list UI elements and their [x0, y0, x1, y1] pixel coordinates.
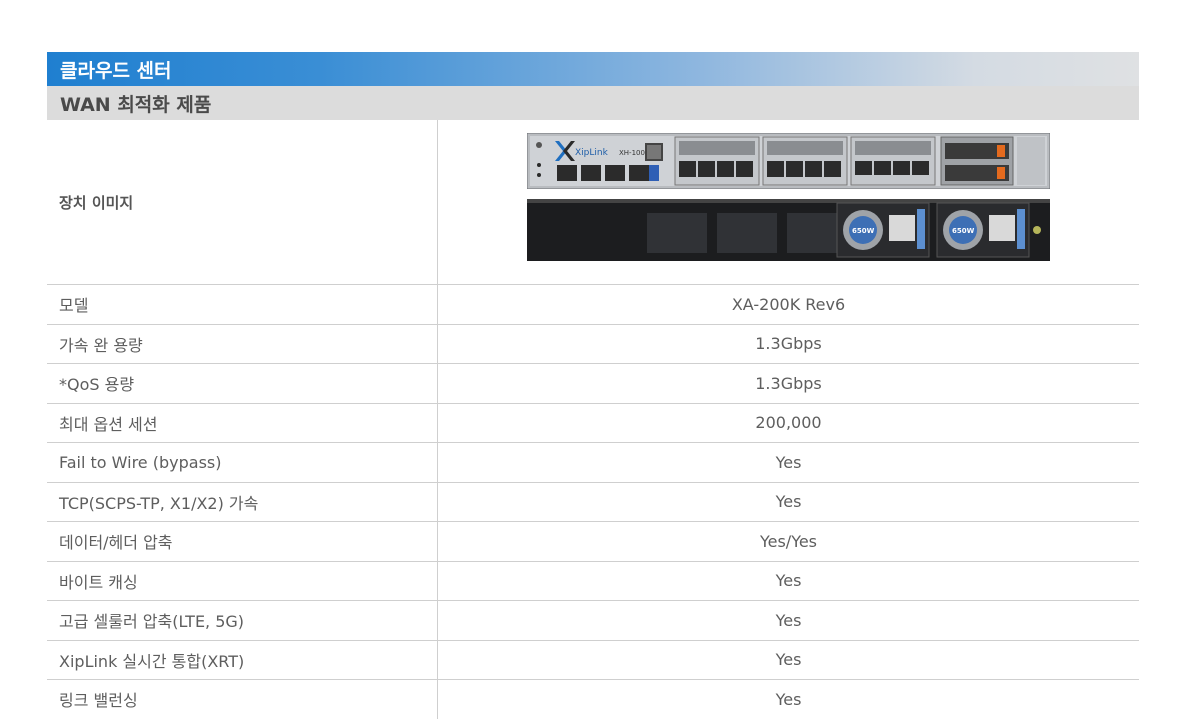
spec-sheet: 클라우드 센터 WAN 최적화 제품 장치 이미지 XipLink XH-100… [47, 52, 1139, 719]
spec-value: Yes [775, 452, 802, 472]
device-rear-panel-image: 650W 650W [527, 199, 1050, 261]
banner-title: 클라우드 센터 [47, 52, 1139, 86]
device-image-row: 장치 이미지 XipLink XH-1000 650W 650W [47, 120, 1139, 285]
spec-label: 모델 [47, 285, 438, 324]
spec-label: 링크 밸런싱 [47, 680, 438, 719]
spec-row: 최대 옵션 세션 200,000 [47, 403, 1139, 443]
spec-label: TCP(SCPS-TP, X1/X2) 가속 [47, 482, 438, 521]
spec-label: 최대 옵션 세션 [47, 403, 438, 442]
spec-row: XipLink 실시간 통합(XRT) Yes [47, 640, 1139, 680]
spec-table: 모델 XA-200K Rev6 가속 완 용량 1.3Gbps *QoS 용량 1.3Gb… [47, 285, 1139, 719]
spec-value: Yes/Yes [759, 531, 818, 551]
spec-value: 1.3Gbps [755, 373, 822, 393]
spec-value: 200,000 [755, 413, 822, 433]
spec-row: 데이터/헤더 압축 Yes/Yes [47, 522, 1139, 562]
front-logo-text: XipLink [575, 148, 609, 158]
spec-row: 링크 밸런싱 Yes [47, 680, 1139, 719]
psu-1: 650W [836, 202, 930, 258]
psu-2-badge: 650W [952, 227, 975, 235]
front-model-text: XH-1000 [619, 149, 649, 157]
spec-label: 고급 셀룰러 압축(LTE, 5G) [47, 601, 438, 640]
spec-value: Yes [775, 689, 802, 709]
spec-row: Fail to Wire (bypass) Yes [47, 443, 1139, 483]
psu-2: 650W [936, 202, 1030, 258]
spec-label: XipLink 실시간 통합(XRT) [47, 640, 438, 679]
spec-value: 1.3Gbps [755, 334, 822, 354]
spec-value: Yes [775, 610, 802, 630]
spec-label: 가속 완 용량 [47, 324, 438, 363]
spec-label: *QoS 용량 [47, 364, 438, 403]
spec-row: 모델 XA-200K Rev6 [47, 285, 1139, 325]
spec-value: Yes [775, 571, 802, 591]
spec-row: 바이트 캐싱 Yes [47, 561, 1139, 601]
spec-value: XA-200K Rev6 [731, 294, 846, 314]
spec-row: 고급 셀룰러 압축(LTE, 5G) Yes [47, 601, 1139, 641]
spec-label: 바이트 캐싱 [47, 561, 438, 600]
spec-label: 데이터/헤더 압축 [47, 522, 438, 561]
psu-1-badge: 650W [852, 227, 875, 235]
device-images: XipLink XH-1000 650W 650W [438, 120, 1139, 284]
spec-value: Yes [775, 492, 802, 512]
spec-value: Yes [775, 650, 802, 670]
spec-row: *QoS 용량 1.3Gbps [47, 364, 1139, 404]
spec-label: Fail to Wire (bypass) [47, 443, 438, 482]
device-front-panel-image: XipLink XH-1000 [527, 133, 1050, 189]
device-image-label: 장치 이미지 [47, 120, 438, 284]
spec-row: 가속 완 용량 1.3Gbps [47, 324, 1139, 364]
section-title: WAN 최적화 제품 [47, 86, 1139, 120]
spec-row: TCP(SCPS-TP, X1/X2) 가속 Yes [47, 482, 1139, 522]
